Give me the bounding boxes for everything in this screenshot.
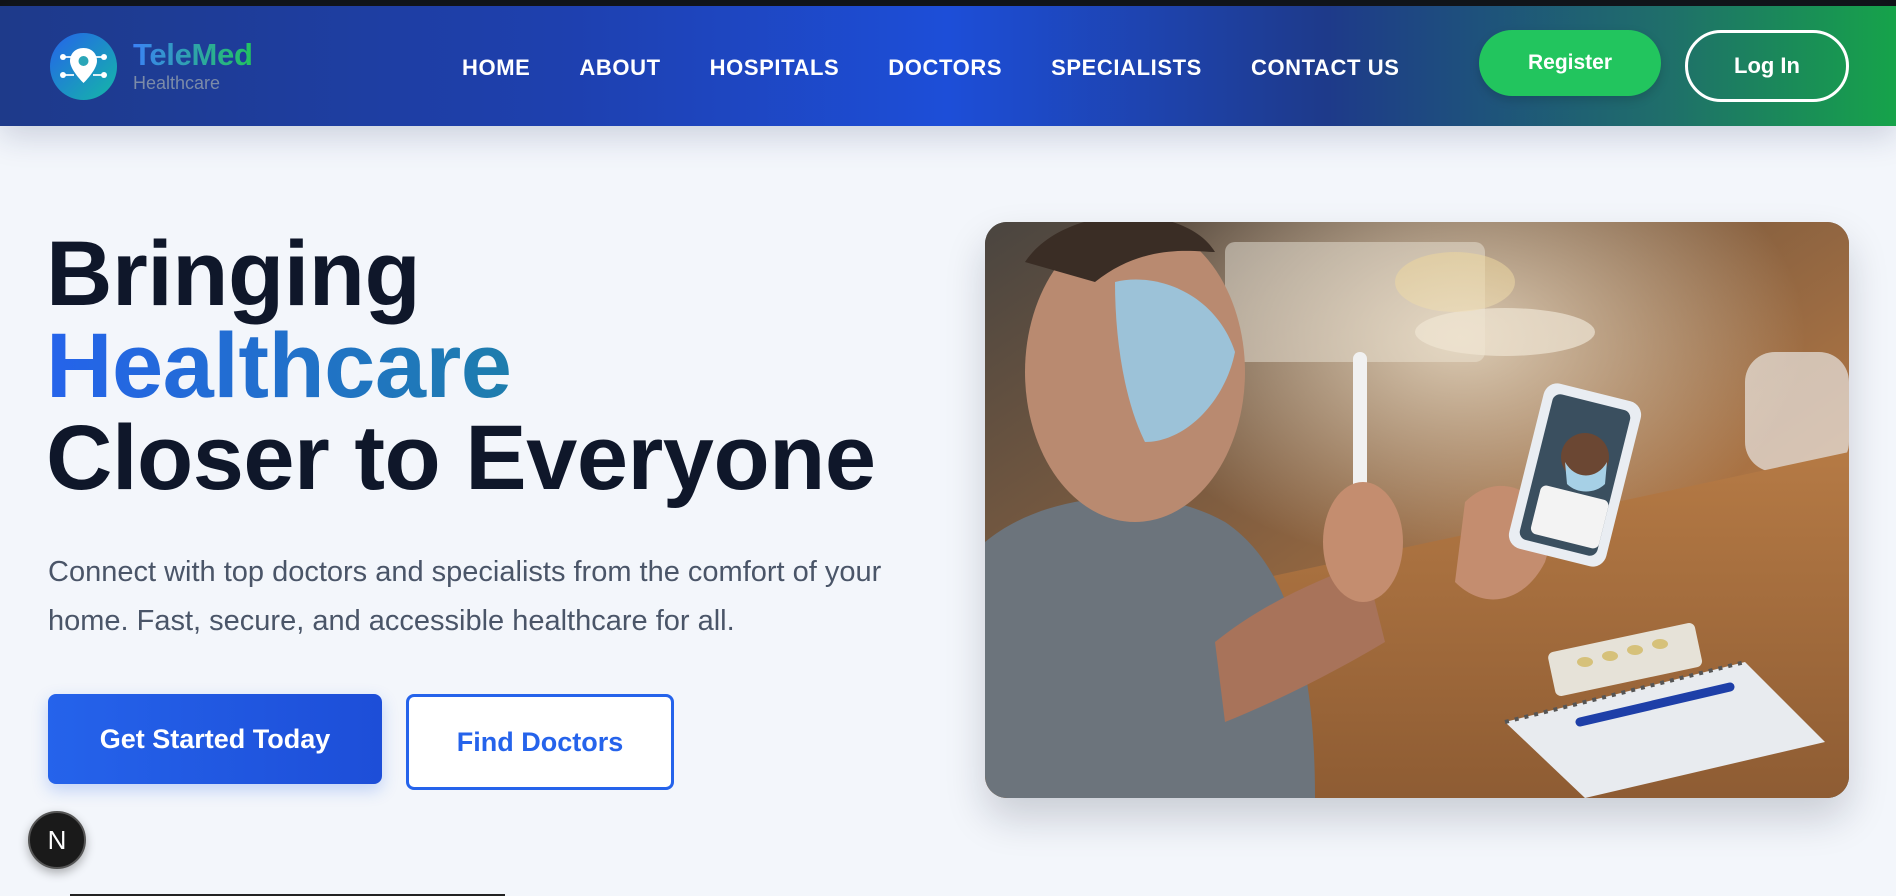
register-button[interactable]: Register: [1479, 30, 1661, 96]
nav-link-home[interactable]: HOME: [462, 55, 530, 81]
hero-title-accent: Healthcare: [46, 320, 876, 412]
find-doctors-button[interactable]: Find Doctors: [406, 694, 674, 790]
hero-description: Connect with top doctors and specialists…: [48, 556, 882, 637]
nav-link-doctors[interactable]: DOCTORS: [888, 55, 1002, 81]
brand-logo[interactable]: TeleMed Healthcare: [50, 33, 253, 100]
hero-title-line1: Bringing: [46, 223, 421, 325]
logo-mark-icon: [50, 33, 117, 100]
brand-name: TeleMed: [133, 37, 253, 72]
hero-telemedicine-photo: [985, 222, 1849, 798]
nav-link-specialists[interactable]: SPECIALISTS: [1051, 55, 1202, 81]
nav-link-hospitals[interactable]: HOSPITALS: [710, 55, 840, 81]
nextjs-dev-badge[interactable]: N: [28, 811, 86, 869]
nav-link-contact[interactable]: CONTACT US: [1251, 55, 1400, 81]
get-started-button[interactable]: Get Started Today: [48, 694, 382, 784]
login-button[interactable]: Log In: [1685, 30, 1849, 102]
navbar: TeleMed Healthcare HOME ABOUT HOSPITALS …: [0, 6, 1896, 126]
brand-text: TeleMed Healthcare: [133, 39, 253, 94]
hero-title-line3: Closer to Everyone: [46, 407, 876, 509]
hero-title: Bringing Healthcare Closer to Everyone: [46, 228, 876, 504]
nav-link-about[interactable]: ABOUT: [579, 55, 660, 81]
main-nav: HOME ABOUT HOSPITALS DOCTORS SPECIALISTS…: [462, 55, 1449, 81]
brand-tagline: Healthcare: [133, 73, 221, 93]
